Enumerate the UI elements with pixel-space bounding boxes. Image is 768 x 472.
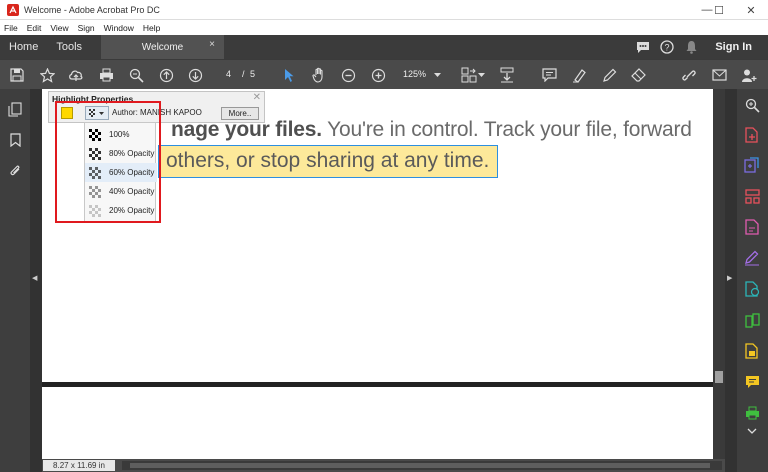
tab-tools[interactable]: Tools (47, 35, 91, 59)
link-share-icon[interactable] (678, 64, 700, 86)
organize-pages-icon[interactable] (743, 187, 761, 205)
send-for-review-icon[interactable] (743, 280, 761, 298)
more-tools-chevron-down-icon[interactable] (743, 425, 761, 437)
comment-tool-icon[interactable] (743, 373, 761, 391)
hand-tool-icon[interactable] (308, 64, 330, 86)
create-pdf-icon[interactable] (743, 156, 761, 174)
add-user-icon[interactable] (738, 64, 760, 86)
horizontal-scroll-thumb[interactable] (130, 463, 710, 468)
vertical-scroll-thumb[interactable] (715, 371, 723, 383)
main-toolbar: 4 / 5 125% (0, 59, 768, 89)
close-window-button[interactable]: ✕ (736, 0, 766, 20)
menu-file[interactable]: File (4, 23, 18, 33)
page-number-input[interactable]: 4 (226, 69, 231, 79)
menu-help[interactable]: Help (143, 23, 160, 33)
horizontal-scrollbar[interactable] (122, 461, 722, 470)
bookmark-icon[interactable] (6, 131, 24, 149)
red-callout-box (55, 101, 161, 223)
draw-pencil-icon[interactable] (598, 64, 620, 86)
zoom-chevron-down-icon[interactable] (432, 64, 442, 86)
window-title: Welcome - Adobe Acrobat Pro DC (24, 4, 160, 15)
protect-pdf-icon[interactable] (743, 342, 761, 360)
scroll-mode-icon[interactable] (496, 64, 518, 86)
enhance-scan-icon[interactable] (743, 96, 761, 114)
edit-pdf-icon[interactable] (743, 218, 761, 236)
print-production-icon[interactable] (743, 404, 761, 422)
comment-bubble-icon[interactable] (631, 35, 655, 59)
close-tab-button[interactable]: × (209, 39, 215, 50)
tab-home[interactable]: Home (0, 35, 47, 59)
highlight-pen-icon[interactable] (568, 64, 590, 86)
tab-document-label: Welcome (141, 41, 184, 53)
attachment-paperclip-icon[interactable] (6, 161, 24, 179)
more-button[interactable]: More.. (221, 107, 259, 120)
next-page-icon[interactable] (184, 64, 206, 86)
previous-page-icon[interactable] (155, 64, 177, 86)
export-pdf-icon[interactable] (743, 126, 761, 144)
sign-in-button[interactable]: Sign In (715, 41, 752, 53)
cloud-upload-icon[interactable] (65, 64, 87, 86)
vertical-scrollbar[interactable] (713, 89, 725, 459)
menu-view[interactable]: View (50, 23, 68, 33)
page-separator: / (242, 69, 245, 79)
page-thumbnails-icon[interactable] (6, 100, 24, 118)
menu-window[interactable]: Window (104, 23, 134, 33)
menu-bar: File Edit View Sign Window Help (0, 20, 768, 35)
tab-document[interactable]: Welcome × (101, 35, 224, 59)
document-text-line-2: others, or stop sharing at any time. (166, 149, 490, 172)
page-size-label: 8.27 x 11.69 in (43, 460, 115, 471)
acrobat-logo-icon (6, 3, 20, 17)
page-total: 5 (250, 69, 256, 79)
left-nav-panel (0, 89, 30, 472)
star-icon[interactable] (36, 64, 58, 86)
document-next-page (42, 387, 713, 459)
acrobat-window: { "window": {"title": "Welcome - Adobe A… (0, 0, 768, 472)
maximize-button[interactable]: ☐ (704, 0, 734, 20)
help-icon[interactable]: ? (655, 35, 679, 59)
title-bar: Welcome - Adobe Acrobat Pro DC — ☐ ✕ (0, 0, 768, 20)
expand-left-panel-icon[interactable]: ◀ (32, 274, 37, 282)
print-icon[interactable] (95, 64, 117, 86)
document-text-rest: You're in control. Track your file, forw… (321, 118, 692, 141)
menu-sign[interactable]: Sign (78, 23, 95, 33)
right-tools-panel (737, 89, 768, 472)
erase-markup-icon[interactable] (628, 64, 650, 86)
collapse-right-panel-icon[interactable]: ▶ (727, 274, 732, 282)
email-icon[interactable] (708, 64, 730, 86)
save-icon[interactable] (6, 64, 28, 86)
zoom-level-dropdown[interactable]: 125% (403, 69, 426, 79)
zoom-in-icon[interactable] (367, 64, 389, 86)
zoom-out-icon[interactable] (337, 64, 359, 86)
zoom-search-icon[interactable] (125, 64, 147, 86)
svg-text:?: ? (665, 43, 670, 53)
close-properties-icon[interactable]: ✕ (253, 92, 261, 103)
status-bar: 8.27 x 11.69 in (42, 459, 725, 472)
tab-bar: Home Tools Welcome × ? Sign In (0, 35, 768, 59)
page-display-chevron-icon[interactable] (476, 64, 486, 86)
bell-icon[interactable] (679, 35, 703, 59)
add-comment-icon[interactable] (538, 64, 560, 86)
fill-sign-icon[interactable] (743, 249, 761, 267)
menu-edit[interactable]: Edit (27, 23, 42, 33)
select-arrow-icon[interactable] (278, 64, 300, 86)
compare-files-icon[interactable] (743, 311, 761, 329)
